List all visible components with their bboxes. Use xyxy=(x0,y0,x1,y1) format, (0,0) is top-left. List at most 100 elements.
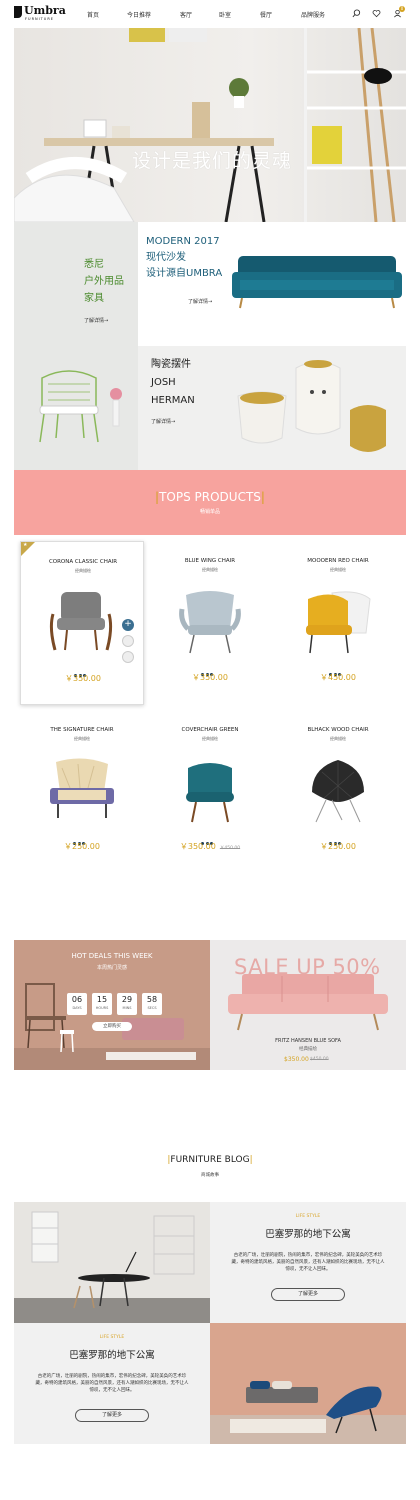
promo-line: JOSH xyxy=(151,377,176,388)
product-card[interactable]: ★ CORONA CLASSIC CHAIR 经典描绘 + ￥350.00 xyxy=(20,541,144,705)
product-card[interactable]: THE SIGNATURE CHAIR 经典描绘 ￥250.00 xyxy=(20,710,144,874)
deals-subtitle: 本周热门灵感 xyxy=(96,965,127,971)
blog-post-excerpt: 古老的广场，壮丽的剧院，热闹的集市，宏伟的纪念碑，美轮美奂的艺术珍藏，奇特的建筑… xyxy=(231,1253,385,1272)
old-price: ￥450.00 xyxy=(219,846,241,851)
section-subtitle: 畅销单品 xyxy=(199,509,220,515)
blog-post-title[interactable]: 巴塞罗那的地下公寓 xyxy=(14,1347,210,1361)
blog-subtitle: 商城故事 xyxy=(201,1173,219,1178)
nav-home[interactable]: 首页 xyxy=(87,10,99,19)
section-title: |TOPS PRODUCTS| xyxy=(155,490,265,504)
promo-line: MODERN 2017 xyxy=(146,236,220,247)
product-image xyxy=(312,760,364,823)
color-swatches[interactable] xyxy=(73,830,91,845)
hero-interior-illustration xyxy=(14,28,406,222)
promo-line: 现代沙发 xyxy=(146,252,186,263)
learn-more-link[interactable]: 了解详情→ xyxy=(84,317,108,324)
color-swatches[interactable] xyxy=(74,662,92,677)
learn-more-button[interactable]: 了解更多 xyxy=(75,1409,149,1422)
sale-panel[interactable]: SALE UP 50% FRITZ HANSEN BLUE SOFA 经典描绘 … xyxy=(210,940,406,1070)
blog-image-lounge xyxy=(210,1323,406,1444)
product-name[interactable]: MOOOERN REO CHAIR xyxy=(276,558,400,564)
blog-title: |FURNITURE BLOG| xyxy=(167,1155,253,1165)
sale-price: $350.00 xyxy=(284,1056,309,1063)
product-price: ￥450.00 xyxy=(320,673,356,682)
countdown-secs: 58 SECS xyxy=(142,993,162,1015)
promo-ceramic[interactable]: 陶瓷摆件 JOSH HERMAN 了解详情→ xyxy=(138,346,406,470)
blog-post[interactable]: LIFE STYLE 巴塞罗那的地下公寓 古老的广场，壮丽的剧院，热闹的集市，宏… xyxy=(210,1202,406,1323)
ceramic-vases-image xyxy=(237,360,386,452)
color-swatches[interactable] xyxy=(201,830,219,845)
blog-post-category: LIFE STYLE xyxy=(295,1214,321,1219)
product-name[interactable]: CORONA CLASSIC CHAIR xyxy=(21,559,145,565)
color-swatches[interactable] xyxy=(329,830,347,845)
learn-more-button[interactable]: 了解更多 xyxy=(271,1288,345,1301)
product-price: ￥350.00 xyxy=(65,674,101,683)
countdown-mins: 29 MINS xyxy=(117,993,137,1015)
nav-brand-service[interactable]: 品牌服务 xyxy=(301,10,325,19)
buy-now-button[interactable]: 立即购买 xyxy=(92,1022,132,1031)
hero-title: 设计是我们的灵魂 xyxy=(132,150,293,172)
color-swatches[interactable] xyxy=(329,661,347,676)
sale-product-name[interactable]: FRITZ HANSEN BLUE SOFA xyxy=(210,1038,406,1044)
product-name[interactable]: BLUE WING CHAIR xyxy=(148,558,272,564)
teal-sofa-image xyxy=(232,256,402,309)
product-subtitle: 经典描绘 xyxy=(330,567,346,572)
learn-more-link[interactable]: 了解详情→ xyxy=(188,298,212,305)
sale-product-subtitle: 经典描绘 xyxy=(299,1047,317,1052)
site-header: Umbra FURNITURE 首页 今日推荐 客厅 卧室 餐厅 品牌服务 0 xyxy=(0,0,420,28)
product-card[interactable]: BLUE WING CHAIR 经典描绘 ￥350.00 xyxy=(148,541,272,705)
hero-banner[interactable]: 设计是我们的灵魂 xyxy=(14,28,406,222)
product-card[interactable]: COVERCHAIR GREEN 经典描绘 ￥350.00 ￥450.00 xyxy=(148,710,272,874)
product-subtitle: 经典描绘 xyxy=(202,736,218,741)
promo-line: 陶瓷摆件 xyxy=(151,359,191,370)
sale-old-price: $450.00 xyxy=(310,1057,329,1062)
wishlist-icon[interactable] xyxy=(122,635,134,647)
promo-sydney[interactable]: 悉尼 户外用品 家具 了解详情→ xyxy=(14,222,138,346)
product-card[interactable]: MOOOERN REO CHAIR 经典描绘 ￥450.00 xyxy=(276,541,400,705)
product-name[interactable]: COVERCHAIR GREEN xyxy=(148,727,272,733)
green-wire-chair-image xyxy=(39,370,122,443)
product-image xyxy=(179,591,241,654)
countdown-days: 06 DAYS xyxy=(67,993,87,1015)
product-subtitle: 经典描绘 xyxy=(330,736,346,741)
compare-icon[interactable] xyxy=(122,651,134,663)
add-icon[interactable]: + xyxy=(122,619,134,631)
promo-line: 悉尼 xyxy=(84,259,104,270)
logo-mark xyxy=(14,6,22,18)
nav-bedroom[interactable]: 卧室 xyxy=(219,10,231,19)
color-swatches[interactable] xyxy=(201,661,219,676)
blog-post[interactable]: LIFE STYLE 巴塞罗那的地下公寓 古老的广场，壮丽的剧院，热闹的集市，宏… xyxy=(14,1323,210,1444)
product-price: ￥250.00 xyxy=(320,842,356,851)
nav-living-room[interactable]: 客厅 xyxy=(180,10,192,19)
tops-products-banner: |TOPS PRODUCTS| 畅销单品 xyxy=(14,470,406,535)
blog-post-category: LIFE STYLE xyxy=(99,1335,125,1340)
promo-chair-image[interactable] xyxy=(14,346,138,470)
product-image xyxy=(306,591,371,654)
promo-line: 设计源自UMBRA xyxy=(146,268,223,279)
nav-today[interactable]: 今日推荐 xyxy=(127,10,151,19)
product-name[interactable]: THE SIGNATURE CHAIR xyxy=(20,727,144,733)
nav-dining[interactable]: 餐厅 xyxy=(260,10,272,19)
blog-post-excerpt: 古老的广场，壮丽的剧院，热闹的集市，宏伟的纪念碑，美轮美奂的艺术珍藏，奇特的建筑… xyxy=(35,1374,189,1393)
blog-image-workspace xyxy=(14,1202,210,1323)
product-price: ￥350.00 ￥450.00 xyxy=(179,842,241,851)
product-name[interactable]: BLHACK WOOD CHAIR xyxy=(276,727,400,733)
promo-modern-sofa[interactable]: MODERN 2017 现代沙发 设计源自UMBRA 了解详情→ xyxy=(138,222,406,346)
product-card[interactable]: BLHACK WOOD CHAIR 经典描绘 ￥250.00 xyxy=(276,710,400,874)
promo-line: 户外用品 xyxy=(84,276,124,287)
deals-title: HOT DEALS THIS WEEK xyxy=(71,952,153,960)
product-subtitle: 经典描绘 xyxy=(202,567,218,572)
learn-more-link[interactable]: 了解详情→ xyxy=(151,418,175,425)
star-icon: ★ xyxy=(23,542,28,548)
search-icon[interactable] xyxy=(352,9,361,18)
product-subtitle: 经典描绘 xyxy=(74,736,90,741)
product-subtitle: 经典描绘 xyxy=(75,568,91,573)
blog-post-title[interactable]: 巴塞罗那的地下公寓 xyxy=(210,1226,406,1240)
product-image xyxy=(186,763,234,823)
promo-line: 家具 xyxy=(84,293,104,304)
logo[interactable]: Umbra xyxy=(24,4,66,17)
heart-icon[interactable] xyxy=(372,9,381,18)
promo-line: HERMAN xyxy=(151,395,195,406)
product-image xyxy=(50,758,114,818)
product-image xyxy=(49,592,113,651)
